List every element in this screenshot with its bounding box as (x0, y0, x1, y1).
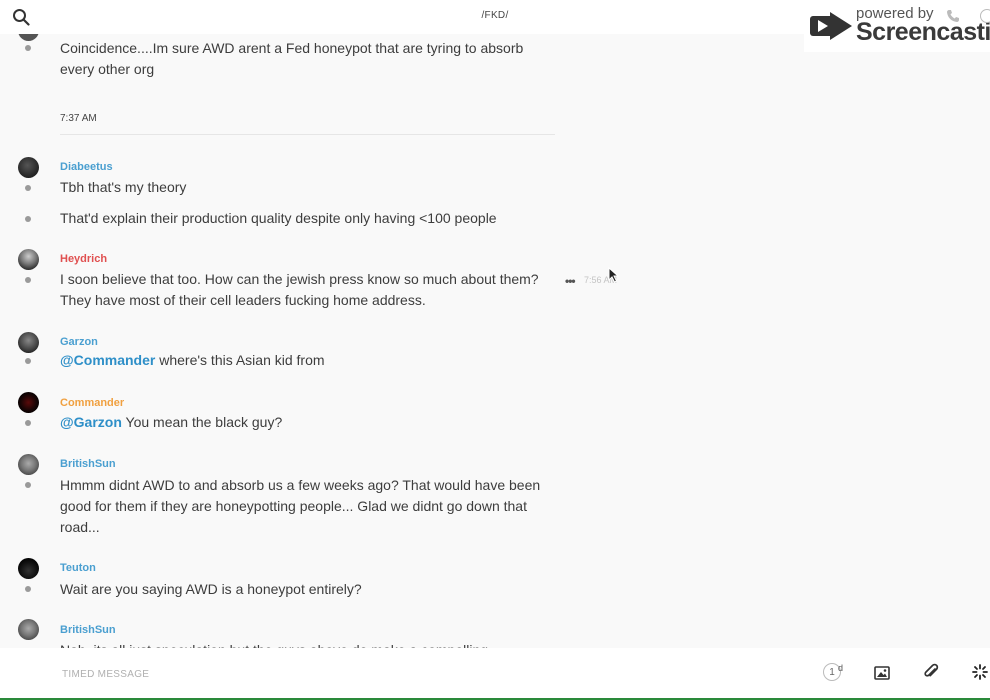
message-bullet (25, 185, 31, 191)
message-more-button[interactable]: ••• (565, 274, 576, 288)
info-icon[interactable] (980, 9, 990, 23)
message-input[interactable] (60, 662, 764, 686)
message-bullet (25, 482, 31, 488)
message-bullet (25, 586, 31, 592)
message-body: You mean the black guy? (121, 414, 283, 430)
message-text: Coincidence....Im sure AWD arent a Fed h… (60, 40, 524, 77)
paperclip-icon[interactable] (923, 663, 939, 681)
message-text: Wait are you saying AWD is a honeypot en… (60, 581, 362, 597)
avatar (18, 249, 39, 270)
message-bullet (25, 45, 31, 51)
message-author[interactable]: Garzon (60, 336, 98, 348)
message-bullet (25, 216, 31, 222)
mention-link[interactable]: @Garzon (60, 414, 122, 430)
avatar (18, 392, 39, 413)
message-author[interactable]: BritishSun (60, 458, 116, 470)
avatar (18, 34, 39, 41)
avatar (18, 332, 39, 353)
message-bullet (25, 358, 31, 364)
message-text: That'd explain their production quality … (60, 210, 497, 226)
message-list: Coincidence....Im sure AWD arent a Fed h… (0, 34, 990, 648)
message-author[interactable]: Commander (60, 397, 124, 409)
message-text: @Commander where's this Asian kid from (60, 350, 555, 371)
message-text: @Garzon You mean the black guy? (60, 412, 555, 433)
avatar (18, 454, 39, 475)
message-composer: 1 d (0, 648, 990, 698)
phone-icon[interactable] (946, 9, 960, 23)
message-text: Tbh that's my theory (60, 179, 187, 195)
message-body: where's this Asian kid from (155, 352, 325, 368)
ping-icon[interactable] (972, 664, 988, 680)
image-icon[interactable] (874, 665, 890, 681)
avatar (18, 558, 39, 579)
timer-unit-label: d (838, 663, 844, 673)
message-text: Hmmm didnt AWD to and absorb us a few we… (60, 477, 541, 535)
avatar (18, 157, 39, 178)
time-separator: 7:37 AM (60, 113, 555, 135)
mention-link[interactable]: @Commander (60, 352, 155, 368)
message-text: I soon believe that too. How can the jew… (60, 271, 539, 308)
message-author[interactable]: Teuton (60, 562, 96, 574)
message-bullet (25, 277, 31, 283)
message-author[interactable]: Heydrich (60, 253, 107, 265)
message-bullet (25, 420, 31, 426)
avatar (18, 619, 39, 640)
message-author[interactable]: Diabeetus (60, 161, 113, 173)
message-author[interactable]: BritishSun (60, 624, 116, 636)
message-text: Nah, its all just speculation but the gu… (60, 640, 555, 648)
mouse-cursor-icon (608, 267, 620, 283)
